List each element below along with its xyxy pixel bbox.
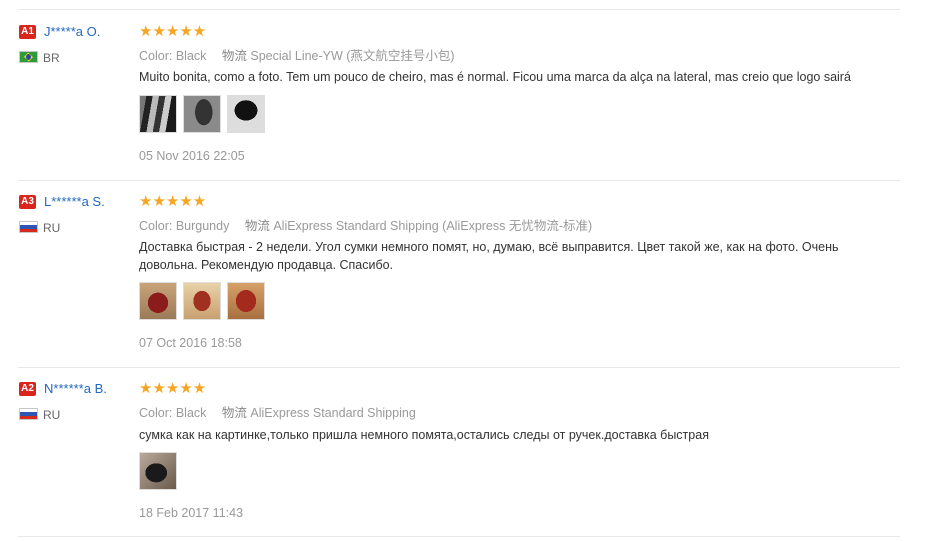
order-info: Color: Burgundy 物流 AliExpress Standard S… bbox=[139, 215, 592, 234]
review-photo-thumbnail[interactable] bbox=[227, 95, 265, 133]
shipping-label: 物流 bbox=[221, 406, 247, 420]
buyer-level-badge: A3 bbox=[19, 195, 36, 209]
divider-1 bbox=[18, 180, 900, 181]
review-text: сумка как на картинке,только пришла немн… bbox=[139, 428, 709, 442]
country-code: RU bbox=[43, 408, 61, 422]
review-photos bbox=[139, 282, 271, 320]
color-value: Black bbox=[175, 49, 207, 63]
review-photos bbox=[139, 95, 271, 133]
color-label: Color: bbox=[139, 49, 173, 63]
shipping-label: 物流 bbox=[244, 219, 270, 233]
star-rating: ★★★★★ bbox=[139, 23, 207, 40]
divider-2 bbox=[18, 367, 900, 368]
divider-top bbox=[18, 9, 900, 10]
review-photo-thumbnail[interactable] bbox=[183, 282, 221, 320]
russia-flag-icon bbox=[19, 221, 38, 233]
color-value: Burgundy bbox=[175, 219, 230, 233]
shipping-value: Special Line-YW (燕文航空挂号小包) bbox=[250, 49, 455, 63]
review-photo-thumbnail[interactable] bbox=[139, 95, 177, 133]
review-photo-thumbnail[interactable] bbox=[139, 452, 177, 490]
review-photo-thumbnail[interactable] bbox=[139, 282, 177, 320]
buyer-level-badge: A2 bbox=[19, 382, 36, 396]
reviewer-name[interactable]: L******a S. bbox=[44, 194, 105, 209]
shipping-value: AliExpress Standard Shipping (AliExpress… bbox=[273, 219, 593, 233]
star-rating: ★★★★★ bbox=[139, 380, 207, 397]
order-info: Color: Black 物流 Special Line-YW (燕文航空挂号小… bbox=[139, 45, 455, 64]
reviewer-name[interactable]: N******a B. bbox=[44, 381, 107, 396]
review-photo-thumbnail[interactable] bbox=[227, 282, 265, 320]
color-label: Color: bbox=[139, 406, 173, 420]
star-rating: ★★★★★ bbox=[139, 193, 207, 210]
review-text: Доставка быстрая - 2 недели. Угол сумки … bbox=[139, 240, 839, 272]
review-date: 18 Feb 2017 11:43 bbox=[139, 506, 244, 520]
shipping-value: AliExpress Standard Shipping bbox=[250, 406, 416, 420]
buyer-level-badge: A1 bbox=[19, 25, 36, 39]
reviewer-name[interactable]: J*****a O. bbox=[44, 24, 100, 39]
order-info: Color: Black 物流 AliExpress Standard Ship… bbox=[139, 402, 416, 421]
country-code: BR bbox=[43, 51, 60, 65]
brazil-flag-icon bbox=[19, 51, 38, 63]
country-code: RU bbox=[43, 221, 61, 235]
russia-flag-icon bbox=[19, 408, 38, 420]
review-photos bbox=[139, 452, 183, 490]
review-date: 05 Nov 2016 22:05 bbox=[139, 149, 245, 163]
review-photo-thumbnail[interactable] bbox=[183, 95, 221, 133]
color-value: Black bbox=[175, 406, 207, 420]
color-label: Color: bbox=[139, 219, 173, 233]
review-text: Muito bonita, como a foto. Tem um pouco … bbox=[139, 70, 851, 84]
divider-bottom bbox=[18, 536, 900, 537]
shipping-label: 物流 bbox=[221, 49, 247, 63]
review-date: 07 Oct 2016 18:58 bbox=[139, 336, 242, 350]
